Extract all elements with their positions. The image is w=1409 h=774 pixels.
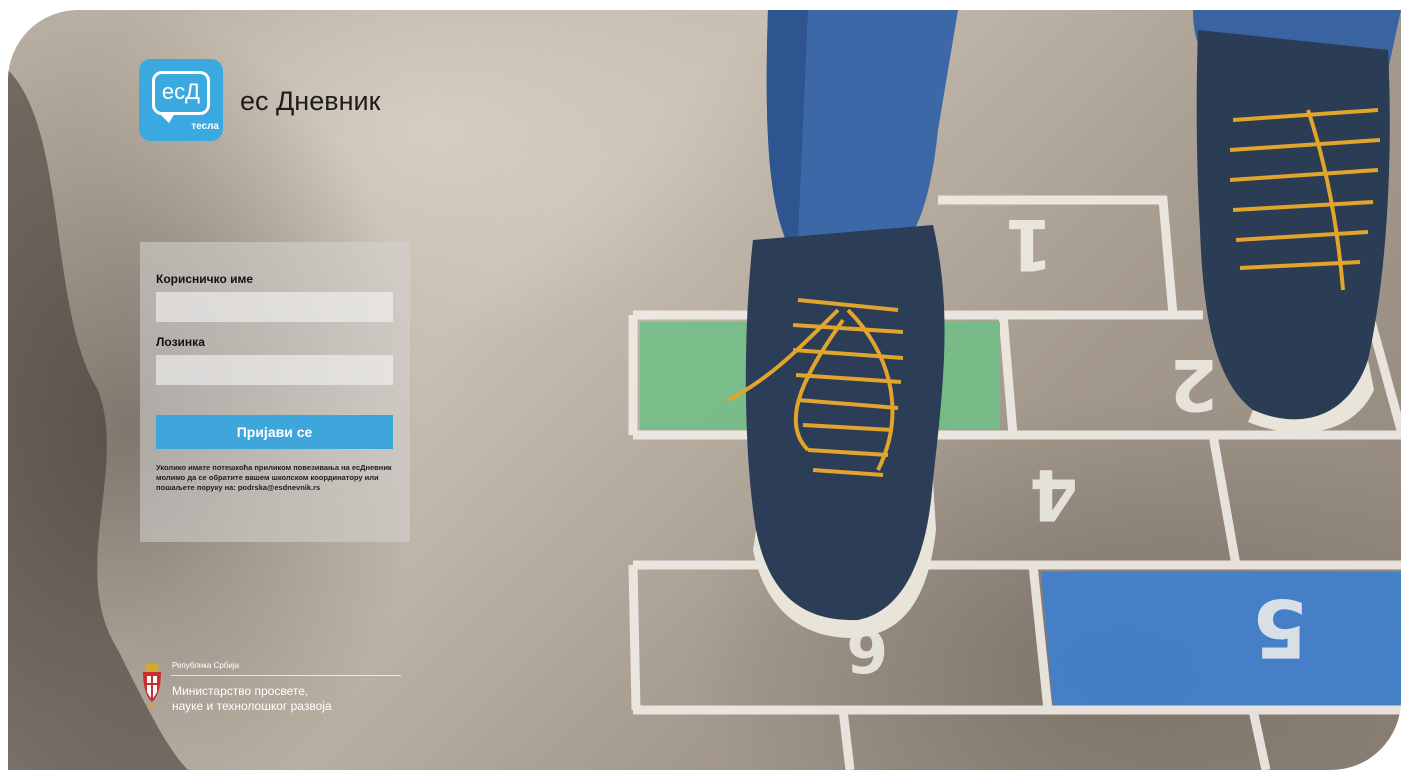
help-text: Уколико имате потешкоћа приликом повезив…	[156, 463, 392, 492]
ministry-divider	[171, 675, 401, 676]
right-shoe	[1196, 30, 1390, 420]
password-label: Лозинка	[156, 335, 205, 349]
app-name: ес Дневник	[240, 86, 381, 116]
svg-text:5: 5	[1252, 581, 1308, 674]
serbia-coat-of-arms-icon	[143, 664, 161, 708]
blue-square	[1041, 572, 1401, 705]
ministry-name-line1: Министарство просвете,	[172, 684, 309, 698]
logo-subtitle: тесла	[191, 121, 219, 132]
right-leg	[1193, 10, 1401, 433]
republic-label: Република Србија	[172, 661, 240, 670]
username-label: Корисничко име	[156, 272, 254, 286]
svg-text:1: 1	[1004, 203, 1053, 285]
username-input[interactable]	[156, 292, 393, 322]
svg-text:2: 2	[1169, 343, 1218, 425]
left-shoe	[745, 225, 945, 621]
background-photo: 1 2 4 6 5 есД тесла ес Дневник Корисничк…	[8, 10, 1401, 770]
login-button[interactable]: Пријави се	[156, 415, 393, 449]
left-leg	[727, 10, 958, 638]
password-input[interactable]	[156, 355, 393, 385]
app-logo[interactable]: есД тесла	[139, 59, 223, 141]
svg-text:4: 4	[1029, 453, 1078, 535]
ministry-name: Министарство просвете, науке и технолошк…	[172, 684, 332, 714]
login-panel: Корисничко име Лозинка Пријави се Уколик…	[140, 242, 410, 542]
logo-mark: есД	[161, 79, 201, 104]
ministry-name-line2: науке и технолошког развоја	[172, 699, 332, 713]
